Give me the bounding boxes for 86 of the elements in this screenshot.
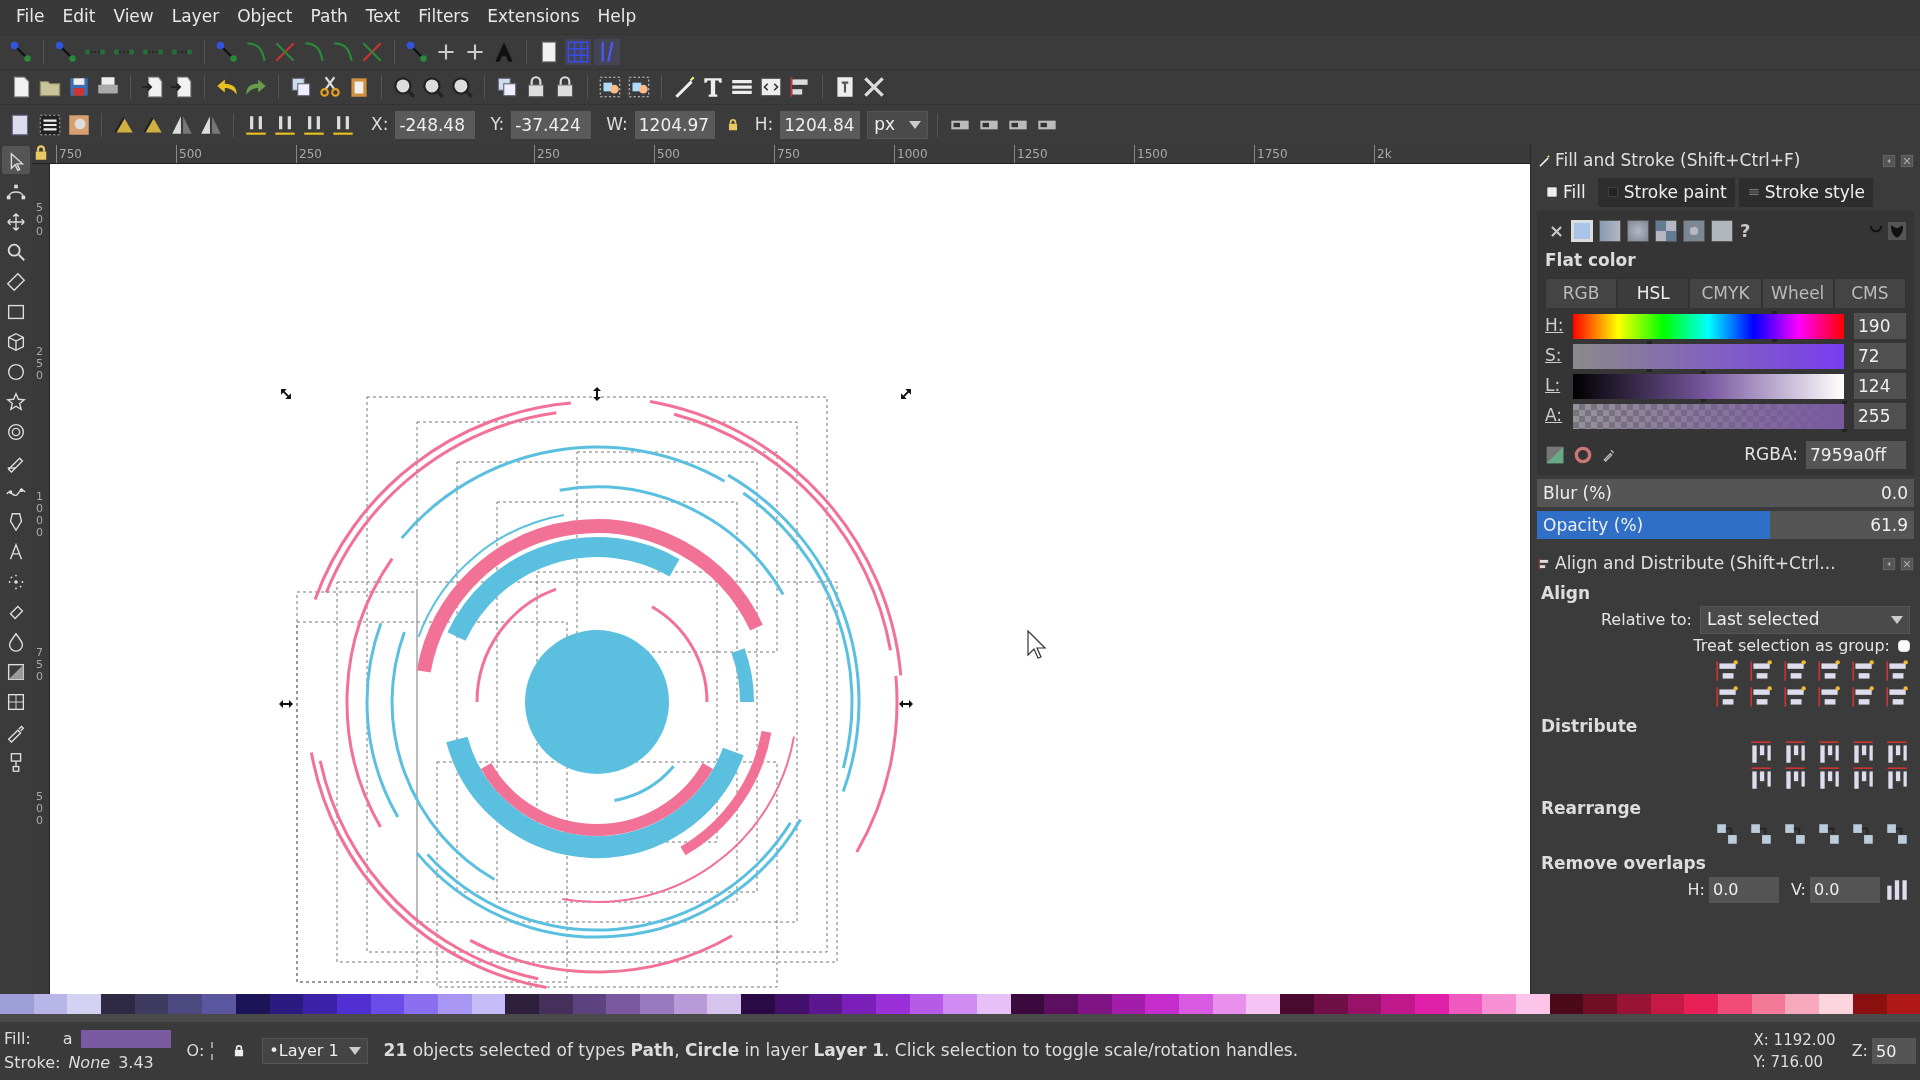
slider-label: Opacity (%) xyxy=(1542,514,1645,537)
menu-item[interactable]: Edit xyxy=(54,1,104,33)
status-message: 21 objects selected of types Path, Circle in layer Layer 1. Click selection to toggle scale/rotation handles. xyxy=(383,1039,1299,1063)
value-field[interactable]: 72 xyxy=(1854,343,1906,369)
ruler-label: 250 xyxy=(296,145,416,163)
menu-item[interactable]: Extensions xyxy=(479,1,588,33)
menu-item[interactable]: Text xyxy=(357,1,409,33)
zoom-label: Z: xyxy=(1851,1040,1868,1062)
color-mode-tab[interactable]: CMS xyxy=(1833,277,1906,309)
section-heading: Rearrange xyxy=(1541,796,1643,820)
blur-slider[interactable]: Blur (%) 0.0 xyxy=(1537,479,1914,507)
ruler-label: 750 xyxy=(56,145,176,163)
field-label: Relative to: xyxy=(1600,609,1692,631)
ruler-label: 2k xyxy=(1374,145,1494,163)
menu-item[interactable]: Filters xyxy=(410,1,478,33)
unit-dropdown[interactable]: px xyxy=(867,110,929,139)
stroke-width-value: 3.43 xyxy=(118,1052,154,1074)
field-label: RGBA: xyxy=(1744,443,1798,467)
color-mode-tab[interactable]: CMYK xyxy=(1689,277,1762,309)
menu-item[interactable]: File xyxy=(8,1,53,33)
color-mode-tab[interactable]: RGB xyxy=(1545,277,1618,309)
y-field[interactable]: -37.424 xyxy=(511,110,592,139)
slider-value: 0.0 xyxy=(1879,482,1909,505)
menu-item[interactable]: Object xyxy=(229,1,301,33)
paint-type-label: Flat color xyxy=(1545,249,1637,272)
color-mode-tab[interactable]: HSL xyxy=(1617,277,1690,309)
fill-indicator: a xyxy=(62,1028,73,1050)
width-field[interactable]: 1204.97 xyxy=(634,110,715,139)
section-heading: Remove overlaps xyxy=(1541,852,1707,875)
ruler-label: 500 xyxy=(176,145,296,163)
slider-label: L: xyxy=(1545,374,1562,398)
field-label: X: xyxy=(371,112,389,136)
opacity-label: O: xyxy=(186,1040,205,1062)
value-field[interactable]: 190 xyxy=(1854,313,1906,339)
section-heading: Distribute xyxy=(1541,715,1639,738)
panel-title: Align and Distribute (Shift+Ctrl... xyxy=(1555,552,1836,575)
section-heading: Align xyxy=(1541,581,1592,605)
ruler-label: 500 xyxy=(654,145,774,163)
slider-label: H: xyxy=(1545,314,1565,338)
stroke-indicator: None xyxy=(68,1052,111,1074)
opacity-slider[interactable]: Opacity (%) 61.9 xyxy=(1537,511,1914,539)
zoom-field[interactable]: 50 xyxy=(1872,1038,1916,1064)
ruler-label: 500 xyxy=(36,202,44,239)
ruler-label: 1000 xyxy=(36,490,44,539)
menu-item[interactable]: Path xyxy=(302,1,356,33)
ruler-label: 1750 xyxy=(1254,145,1374,163)
slider-label: Blur (%) xyxy=(1542,482,1613,505)
panel-tab[interactable]: Stroke paint xyxy=(1597,177,1735,207)
field-label: H: xyxy=(754,112,774,136)
checkbox-label: Treat selection as group: xyxy=(1693,635,1890,657)
ruler-label: 1000 xyxy=(894,145,1014,163)
cursor-y-coordinate: Y: 716.00 xyxy=(1753,1052,1824,1073)
menu-item[interactable]: Layer xyxy=(163,1,228,33)
ruler-label: 1500 xyxy=(1134,145,1254,163)
value-field[interactable]: 124 xyxy=(1854,373,1906,399)
x-field[interactable]: -248.48 xyxy=(395,110,476,139)
value-field[interactable]: 255 xyxy=(1854,403,1906,429)
slider-label: S: xyxy=(1545,344,1563,368)
panel-title: Fill and Stroke (Shift+Ctrl+F) xyxy=(1555,149,1801,172)
cursor-x-coordinate: X: 1192.00 xyxy=(1753,1029,1836,1051)
ruler-label: 750 xyxy=(774,145,894,163)
field-label: Y: xyxy=(490,112,505,136)
relative-to-dropdown[interactable]: Last selected xyxy=(1700,606,1910,634)
fill-label: Fill: xyxy=(4,1028,31,1050)
panel-tab[interactable]: Stroke style xyxy=(1738,177,1873,207)
menu-item[interactable]: View xyxy=(105,1,162,33)
color-mode-tab[interactable]: Wheel xyxy=(1761,277,1834,309)
slider-label: A: xyxy=(1545,404,1564,428)
ruler-label: 250 xyxy=(36,346,44,383)
ruler-label: 250 xyxy=(534,145,654,163)
menu-item[interactable]: Help xyxy=(589,1,645,33)
field-label: H: xyxy=(1687,878,1705,901)
rgba-field[interactable]: 7959a0ff xyxy=(1806,441,1906,469)
slider-value: 61.9 xyxy=(1869,514,1909,537)
overlap-field[interactable]: 0.0 xyxy=(1708,876,1779,903)
stroke-label: Stroke: xyxy=(4,1052,61,1074)
overlap-field[interactable]: 0.0 xyxy=(1810,876,1880,903)
field-label: W: xyxy=(606,112,628,136)
field-label: V: xyxy=(1790,878,1806,901)
unset-paint-button[interactable]: ? xyxy=(1740,217,1751,244)
layer-dropdown[interactable]: •Layer 1 xyxy=(262,1038,368,1064)
ruler-label: 750 xyxy=(36,646,44,684)
ruler-label: 500 xyxy=(36,791,44,828)
height-field[interactable]: 1204.84 xyxy=(780,110,861,139)
ruler-label: 1250 xyxy=(1014,145,1134,163)
no-paint-button[interactable]: × xyxy=(1549,217,1565,244)
